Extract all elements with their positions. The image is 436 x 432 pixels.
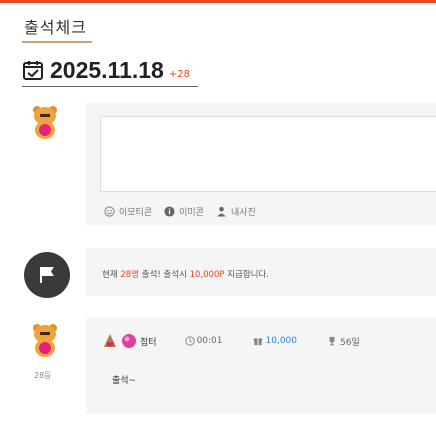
level-icon [104, 334, 116, 347]
gem-icon [122, 334, 136, 348]
top-accent-bar [0, 0, 436, 3]
imagecon-button[interactable]: 이미콘 [164, 205, 204, 218]
entry-username[interactable]: 첩터 [140, 335, 157, 348]
clock-icon [184, 336, 195, 346]
notice-mid: 출석! 출석시 [138, 270, 190, 280]
notice-avatar [24, 252, 70, 298]
notice-points: 10,000P [189, 270, 225, 280]
entry-meta: 첩터 00:01 10,000 56일 [102, 333, 360, 349]
title-underline [22, 41, 92, 43]
calendar-check-icon [23, 61, 43, 80]
notice-count: 28명 [120, 270, 139, 280]
my-photo-label: 내사진 [230, 208, 256, 218]
comment-input[interactable] [100, 116, 436, 192]
my-photo-button[interactable]: 내사진 [216, 205, 256, 218]
date-text: 2025.11.18 [50, 56, 164, 83]
smile-icon [104, 206, 115, 217]
entry-time: 00:01 [196, 336, 223, 346]
composer-toolbar: 이모티콘 이미콘 내사진 [104, 205, 256, 218]
emoticon-label: 이모티콘 [119, 208, 153, 218]
date-header: 2025.11.18 +28 [22, 55, 190, 85]
page-title: 출석체크 [24, 18, 87, 37]
notice-prefix: 현재 [102, 270, 121, 280]
emoticon-button[interactable]: 이모티콘 [104, 205, 152, 218]
flag-icon [40, 267, 54, 283]
notice-message: 현재 28명 출석! 출석시 10,000P 지급합니다. [102, 268, 269, 280]
entry-days: 56일 [340, 337, 360, 348]
info-icon [164, 206, 175, 217]
entry-points: 10,000 [265, 336, 298, 346]
date-underline [22, 86, 198, 87]
user-icon [217, 206, 226, 217]
gift-icon [253, 338, 262, 346]
tiger-avatar [33, 106, 57, 139]
date-count: +28 [168, 68, 190, 80]
rank-label: 28등 [34, 371, 52, 380]
entry-comment: 출석~ [112, 376, 137, 386]
tiger-avatar [33, 324, 57, 357]
notice-suffix: 지급합니다. [224, 270, 269, 280]
imagecon-label: 이미콘 [179, 208, 204, 218]
trophy-icon [329, 336, 335, 346]
